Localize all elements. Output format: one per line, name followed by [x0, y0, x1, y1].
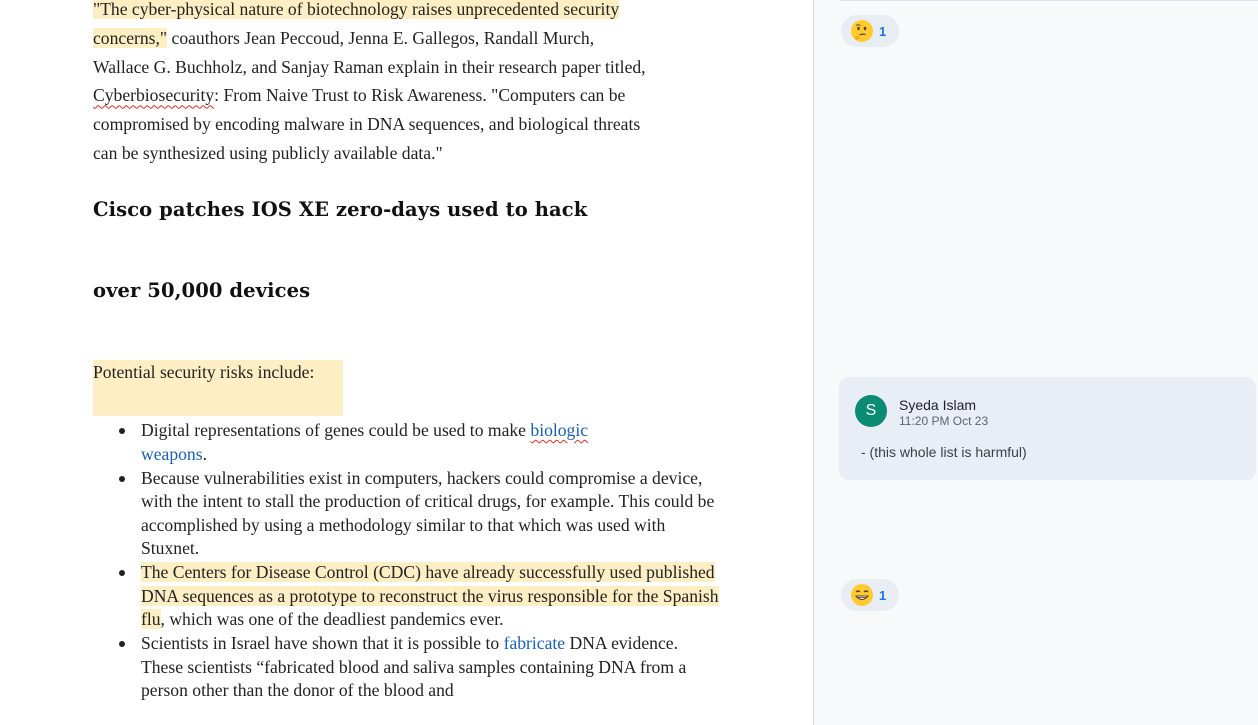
intro-paragraph[interactable]: "The cyber-physical nature of biotechnol…: [93, 0, 723, 168]
list-item: The Centers for Disease Control (CDC) ha…: [93, 561, 723, 632]
highlighted-quote-line2[interactable]: concerns,": [93, 27, 168, 48]
grinning-face-icon: [851, 584, 873, 606]
link-biologic[interactable]: biologic: [530, 420, 588, 440]
reaction-count: 1: [879, 587, 887, 603]
intro-text: Wallace G. Buchholz, and Sanjay Raman ex…: [93, 56, 646, 77]
risks-label-block[interactable]: Potential security risks include:: [93, 360, 723, 416]
section-heading-line1: Cisco patches IOS XE zero-days used to h…: [93, 198, 588, 221]
comments-sidebar: [814, 0, 1258, 725]
intro-text: can be synthesized using publicly availa…: [93, 142, 443, 163]
list-item: Because vulnerabilities exist in compute…: [93, 467, 723, 561]
intro-text: compromised by encoding malware in DNA s…: [93, 114, 641, 135]
thinking-face-icon: [851, 20, 873, 42]
list-item: Digital representations of genes could b…: [93, 419, 723, 466]
list-item-text: , which was one of the deadliest pandemi…: [160, 609, 504, 629]
list-item: Scientists in Israel have shown that it …: [93, 632, 723, 703]
avatar[interactable]: S: [855, 395, 887, 427]
list-item-text: .: [202, 443, 207, 464]
highlighted-quote-line1[interactable]: "The cyber-physical nature of biotechnol…: [93, 0, 620, 19]
risks-list: Digital representations of genes could b…: [93, 419, 723, 703]
reaction-count: 1: [879, 23, 887, 39]
comment-timestamp: 11:20 PM Oct 23: [899, 414, 989, 428]
link-fabricate[interactable]: fabricate: [504, 633, 566, 653]
intro-text: : From Naive Trust to Risk Awareness. "C…: [214, 85, 626, 106]
section-heading-line2: over 50,000 devices: [93, 279, 311, 302]
list-item-text: Because vulnerabilities exist in compute…: [141, 467, 715, 559]
reaction-chip-grinning[interactable]: 1: [841, 579, 899, 611]
misspelled-word[interactable]: Cyberbiosecurity: [93, 85, 214, 105]
comment-author: Syeda Islam: [899, 397, 977, 413]
document-page[interactable]: "The cyber-physical nature of biotechnol…: [0, 0, 813, 725]
comment-body: - (this whole list is harmful): [861, 444, 1027, 460]
risks-label[interactable]: Potential security risks include:: [93, 360, 343, 416]
reaction-chip-thinking[interactable]: 1: [841, 15, 899, 47]
list-item-text: Scientists in Israel have shown that it …: [141, 633, 504, 653]
list-item-text: Digital representations of genes could b…: [141, 420, 531, 440]
sidebar-divider: [840, 0, 1258, 1]
risks-label-text: Potential security risks include:: [93, 362, 315, 382]
intro-text: coauthors Jean Peccoud, Jenna E. Gallego…: [167, 27, 595, 48]
link-weapons[interactable]: weapons: [141, 444, 203, 464]
comment-card[interactable]: S Syeda Islam 11:20 PM Oct 23 - (this wh…: [839, 377, 1256, 480]
